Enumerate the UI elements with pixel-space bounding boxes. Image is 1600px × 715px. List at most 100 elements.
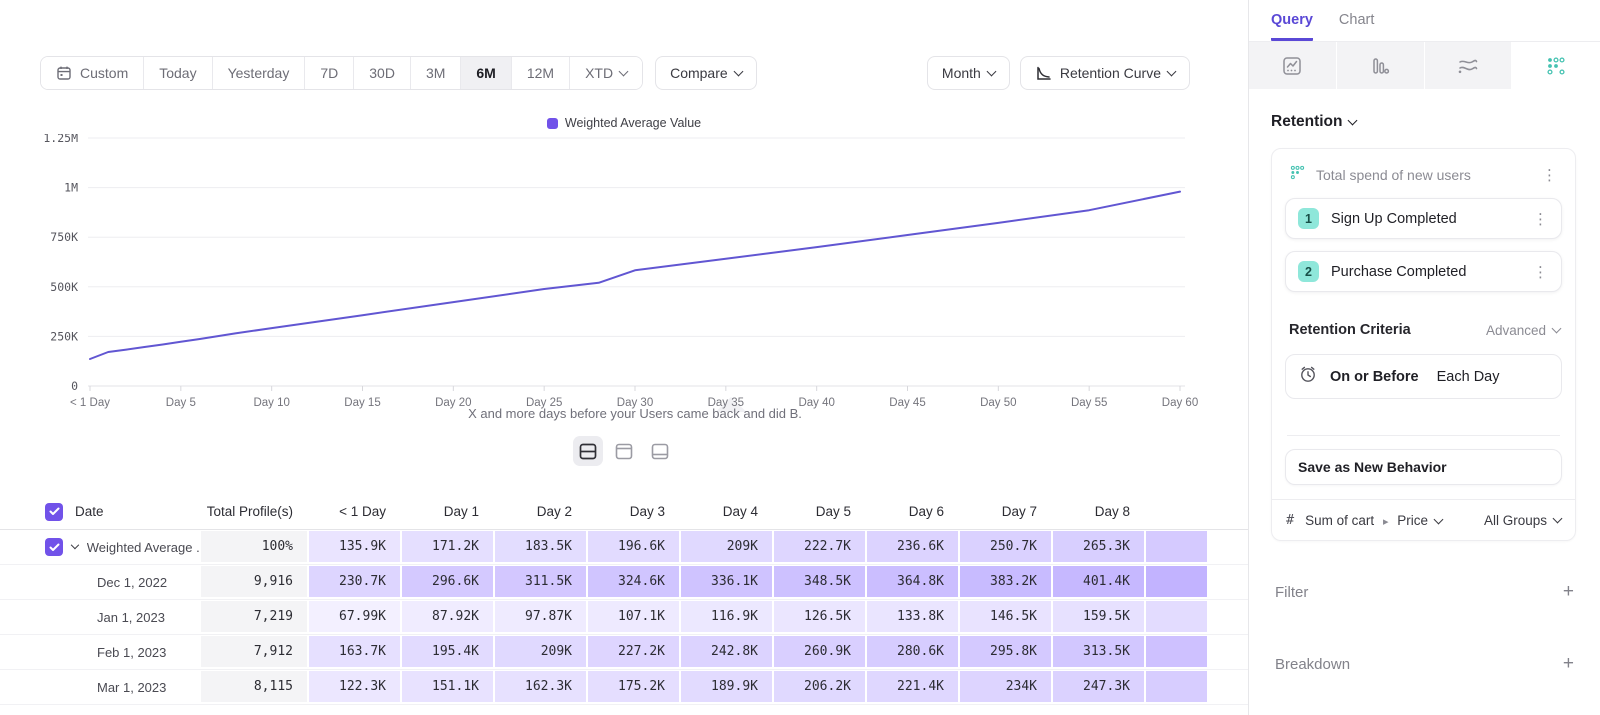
tab-query[interactable]: Query: [1271, 12, 1313, 41]
step-label: Purchase Completed: [1331, 264, 1518, 280]
header-day-5[interactable]: Day 5: [773, 494, 866, 529]
measure-property: Price: [1397, 513, 1428, 528]
filter-section: Filter +: [1271, 581, 1576, 603]
total-profiles-cell: 7,912: [200, 635, 308, 669]
header--1-day[interactable]: < 1 Day: [308, 494, 401, 529]
divider: [1287, 435, 1560, 436]
layout-toggle-table[interactable]: [645, 436, 675, 466]
range-label: Custom: [80, 65, 128, 81]
range-30d[interactable]: 30D: [354, 57, 411, 89]
retention-value-cell: 209K: [494, 635, 587, 669]
criteria-setting[interactable]: On or Before Each Day: [1285, 354, 1562, 399]
x-axis-tick-label: Day 5: [166, 397, 196, 409]
save-behavior-button[interactable]: Save as New Behavior: [1285, 449, 1562, 485]
header-day-2[interactable]: Day 2: [494, 494, 587, 529]
behavior-step-2[interactable]: 2 Purchase Completed ⋮: [1285, 251, 1562, 292]
range-6m[interactable]: 6M: [461, 57, 511, 89]
select-all-checkbox[interactable]: [45, 503, 63, 521]
range-xtd[interactable]: XTD: [570, 57, 642, 89]
retention-value-cell: 227.2K: [587, 635, 680, 669]
retention-value-cell: 336.1K: [680, 565, 773, 599]
chart-type-button[interactable]: Retention Curve: [1020, 56, 1190, 90]
breakdown-section: Breakdown +: [1271, 653, 1576, 675]
range-today[interactable]: Today: [144, 57, 212, 89]
range-label: 6M: [476, 65, 495, 81]
header-day-8[interactable]: Day 8: [1052, 494, 1145, 529]
compare-label: Compare: [670, 65, 728, 81]
layout-toggle-chart[interactable]: [609, 436, 639, 466]
tab-retention[interactable]: [1512, 42, 1600, 89]
x-axis-tick-label: Day 60: [1162, 397, 1198, 409]
granularity-button[interactable]: Month: [927, 56, 1010, 90]
range-yesterday[interactable]: Yesterday: [213, 57, 306, 89]
retention-value-cell-clipped: [1145, 565, 1208, 599]
toolbar-right: Month Retention Curve: [927, 56, 1190, 90]
compare-button[interactable]: Compare: [655, 56, 757, 90]
retention-value-cell: 348.5K: [773, 565, 866, 599]
layout-toggle-split[interactable]: [573, 436, 603, 466]
header-day-4[interactable]: Day 4: [680, 494, 773, 529]
range-label: 30D: [369, 65, 395, 81]
header-day-3[interactable]: Day 3: [587, 494, 680, 529]
kebab-menu-icon[interactable]: ⋮: [1530, 263, 1551, 281]
chevron-down-icon: [1552, 323, 1562, 333]
chevron-down-icon: [1553, 513, 1563, 523]
retention-value-cell-clipped: [1145, 600, 1208, 634]
retention-value-cell: 260.9K: [773, 635, 866, 669]
report-section-dropdown[interactable]: Retention: [1271, 113, 1356, 131]
kebab-menu-icon[interactable]: ⋮: [1539, 166, 1560, 184]
retention-value-cell: 175.2K: [587, 670, 680, 704]
retention-value-cell: 97.87K: [494, 600, 587, 634]
retention-value-cell: 146.5K: [959, 600, 1052, 634]
range-label: Yesterday: [228, 65, 290, 81]
retention-value-cell: 311.5K: [494, 565, 587, 599]
kebab-menu-icon[interactable]: ⋮: [1530, 210, 1551, 228]
retention-value-cell: 195.4K: [401, 635, 494, 669]
add-filter-icon[interactable]: +: [1563, 581, 1574, 603]
range-custom[interactable]: Custom: [41, 57, 144, 89]
table-header-row: DateTotal Profile(s)< 1 DayDay 1Day 2Day…: [0, 494, 1248, 530]
header-day-6[interactable]: Day 6: [866, 494, 959, 529]
retention-value-cell: 313.5K: [1052, 635, 1145, 669]
retention-value-cell: 234K: [959, 670, 1052, 704]
retention-value-cell: 107.1K: [587, 600, 680, 634]
row-checkbox[interactable]: [45, 538, 63, 556]
chevron-down-icon: [986, 66, 996, 76]
expand-caret-icon[interactable]: [71, 541, 79, 549]
range-label: 7D: [320, 65, 338, 81]
report-type-tabs: [1249, 42, 1600, 89]
retention-value-cell: 247.3K: [1052, 670, 1145, 704]
retention-value-cell: 122.3K: [308, 670, 401, 704]
tab-funnels[interactable]: [1337, 42, 1425, 89]
retention-value-cell: 206.2K: [773, 670, 866, 704]
total-profiles-cell: 100%: [200, 530, 308, 564]
header-day-7[interactable]: Day 7: [959, 494, 1052, 529]
criteria-mode-dropdown[interactable]: Advanced: [1486, 323, 1560, 338]
chevron-down-icon: [1434, 514, 1444, 524]
behavior-step-1[interactable]: 1Sign Up Completed⋮: [1285, 198, 1562, 239]
retention-value-cell: 383.2K: [959, 565, 1052, 599]
x-axis-tick-label: Day 50: [980, 397, 1016, 409]
header-label: Date: [75, 504, 104, 519]
retention-value-cell: 171.2K: [401, 530, 494, 564]
chevron-down-icon: [1348, 115, 1358, 125]
measure-property-dropdown[interactable]: Sum of cart ▸ Price: [1305, 513, 1442, 528]
header-date[interactable]: Date: [0, 494, 200, 529]
range-3m[interactable]: 3M: [411, 57, 461, 89]
tab-flows[interactable]: [1425, 42, 1513, 89]
tab-insights[interactable]: [1249, 42, 1337, 89]
row-label: Mar 1, 2023: [97, 680, 166, 695]
retention-value-cell: 221.4K: [866, 670, 959, 704]
groups-dropdown[interactable]: All Groups: [1484, 513, 1561, 528]
range-12m[interactable]: 12M: [512, 57, 570, 89]
main-content: Custom Today Yesterday 7D 30D 3M 6M 12MXTD Comp…: [0, 0, 1248, 715]
header-day-1[interactable]: Day 1: [401, 494, 494, 529]
groups-label: All Groups: [1484, 513, 1547, 528]
add-breakdown-icon[interactable]: +: [1563, 653, 1574, 675]
y-axis-tick-label: 500K: [50, 280, 78, 294]
tab-chart[interactable]: Chart: [1339, 12, 1374, 41]
total-profiles-cell: 9,916: [200, 565, 308, 599]
range-7d[interactable]: 7D: [305, 57, 354, 89]
header-total-profile-s-[interactable]: Total Profile(s): [200, 494, 308, 529]
step-number-badge: 2: [1298, 261, 1319, 282]
